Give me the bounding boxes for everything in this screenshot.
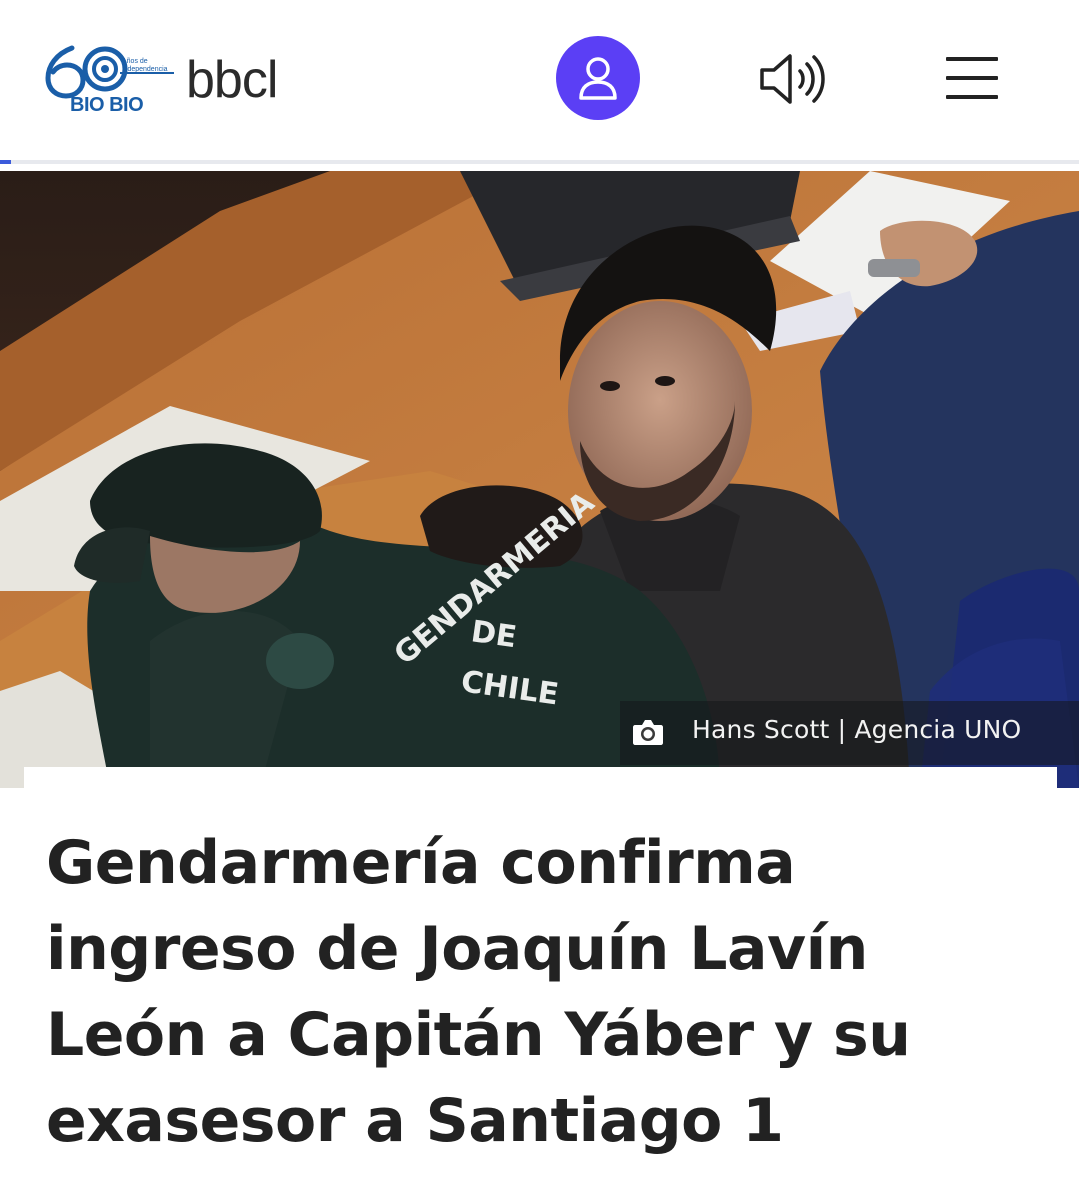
reading-progress-bar	[0, 160, 1079, 164]
site-header: Años de independencia BIO BIO bbcl	[0, 0, 1079, 160]
uniform-text-de: DE	[469, 614, 519, 655]
courtroom-photo: GENDARMERIA DE CHILE	[0, 171, 1079, 788]
brand-name: bbcl	[186, 51, 278, 109]
anniversary-text: Años de independencia	[122, 58, 168, 73]
reading-progress-fill	[0, 160, 11, 164]
article-hero-image[interactable]: GENDARMERIA DE CHILE Hans Scott | Agenci…	[0, 171, 1079, 788]
camera-icon	[633, 720, 663, 745]
speaker-icon	[760, 54, 825, 104]
listen-audio-button[interactable]	[756, 50, 828, 108]
site-logo[interactable]: Años de independencia BIO BIO bbcl	[42, 44, 312, 120]
article-title: Gendarmería confirma ingreso de Joaquín …	[46, 828, 911, 1156]
photo-credit-bar: Hans Scott | Agencia UNO	[620, 701, 1079, 765]
user-account-button[interactable]	[556, 36, 640, 120]
hamburger-menu-icon	[946, 57, 998, 99]
photo-credit: Hans Scott | Agencia UNO	[692, 715, 1022, 744]
user-icon	[579, 57, 617, 100]
station-name: BIO BIO	[70, 94, 144, 116]
main-menu-button[interactable]	[946, 55, 998, 101]
